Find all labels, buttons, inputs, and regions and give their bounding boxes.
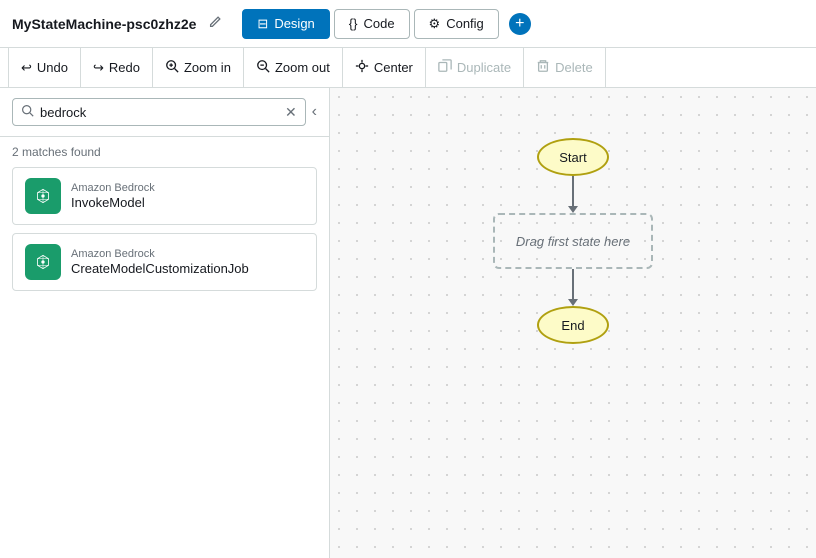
tab-group: ⊟ Design {} Code ⚙ Config (242, 9, 498, 39)
result-name-2: CreateModelCustomizationJob (71, 261, 249, 276)
toolbar: ↩ Undo ↪ Redo Zoom in Zoom out Center Du… (0, 48, 816, 88)
bedrock-icon-1 (25, 178, 61, 214)
zoom-in-button[interactable]: Zoom in (153, 48, 244, 87)
list-item[interactable]: Amazon Bedrock CreateModelCustomizationJ… (12, 233, 317, 291)
undo-button[interactable]: ↩ Undo (8, 48, 81, 87)
flow-canvas[interactable]: Start Drag first state here End (330, 88, 816, 558)
result-category-1: Amazon Bedrock (71, 182, 155, 194)
delete-label: Delete (555, 60, 593, 75)
tab-config[interactable]: ⚙ Config (414, 9, 499, 39)
result-text-2: Amazon Bedrock CreateModelCustomizationJ… (71, 248, 249, 276)
top-bar: MyStateMachine-psc0zhz2e ⊟ Design {} Cod… (0, 0, 816, 48)
clear-search-button[interactable]: ✕ (285, 105, 297, 119)
duplicate-button[interactable]: Duplicate (426, 48, 524, 87)
zoom-out-button[interactable]: Zoom out (244, 48, 343, 87)
undo-icon: ↩ (21, 60, 32, 76)
end-node: End (537, 306, 609, 344)
delete-button[interactable]: Delete (524, 48, 606, 87)
collapse-panel-button[interactable]: ‹ (312, 103, 317, 121)
flow-diagram: Start Drag first state here End (493, 138, 653, 344)
redo-label: Redo (109, 60, 140, 75)
edit-icon[interactable] (208, 15, 222, 32)
arrow-head-2 (568, 299, 578, 306)
duplicate-label: Duplicate (457, 60, 511, 75)
bedrock-icon-2 (25, 244, 61, 280)
app-title: MyStateMachine-psc0zhz2e (12, 16, 196, 32)
undo-label: Undo (37, 60, 68, 75)
search-box: ✕ (12, 98, 306, 126)
search-row: ✕ ‹ (0, 88, 329, 137)
code-tab-label: Code (363, 16, 394, 31)
tab-code[interactable]: {} Code (334, 9, 410, 39)
delete-icon (536, 59, 550, 76)
results-list: Amazon Bedrock InvokeModel (0, 167, 329, 291)
zoom-in-icon (165, 59, 179, 76)
duplicate-icon (438, 59, 452, 76)
arrow-line (572, 176, 574, 206)
result-name-1: InvokeModel (71, 195, 155, 210)
config-tab-icon: ⚙ (429, 16, 441, 32)
result-category-2: Amazon Bedrock (71, 248, 249, 260)
zoom-in-label: Zoom in (184, 60, 231, 75)
zoom-out-label: Zoom out (275, 60, 330, 75)
arrow-head (568, 206, 578, 213)
list-item[interactable]: Amazon Bedrock InvokeModel (12, 167, 317, 225)
design-tab-label: Design (274, 16, 314, 31)
drag-state-node[interactable]: Drag first state here (493, 213, 653, 269)
arrow-2 (568, 269, 578, 306)
center-icon (355, 59, 369, 76)
main-content: ✕ ‹ 2 matches found A (0, 88, 816, 558)
search-input[interactable] (40, 105, 279, 120)
zoom-out-icon (256, 59, 270, 76)
tab-design[interactable]: ⊟ Design (242, 9, 329, 39)
center-button[interactable]: Center (343, 48, 426, 87)
matches-label: 2 matches found (0, 137, 329, 167)
start-node: Start (537, 138, 609, 176)
result-text-1: Amazon Bedrock InvokeModel (71, 182, 155, 210)
add-tab-button[interactable]: + (509, 13, 531, 35)
redo-icon: ↪ (93, 60, 104, 76)
redo-button[interactable]: ↪ Redo (81, 48, 153, 87)
left-panel: ✕ ‹ 2 matches found A (0, 88, 330, 558)
config-tab-label: Config (446, 16, 484, 31)
arrow-1 (568, 176, 578, 213)
center-label: Center (374, 60, 413, 75)
code-tab-icon: {} (349, 16, 358, 31)
design-tab-icon: ⊟ (257, 16, 268, 32)
search-icon (21, 104, 34, 120)
arrow-line-2 (572, 269, 574, 299)
